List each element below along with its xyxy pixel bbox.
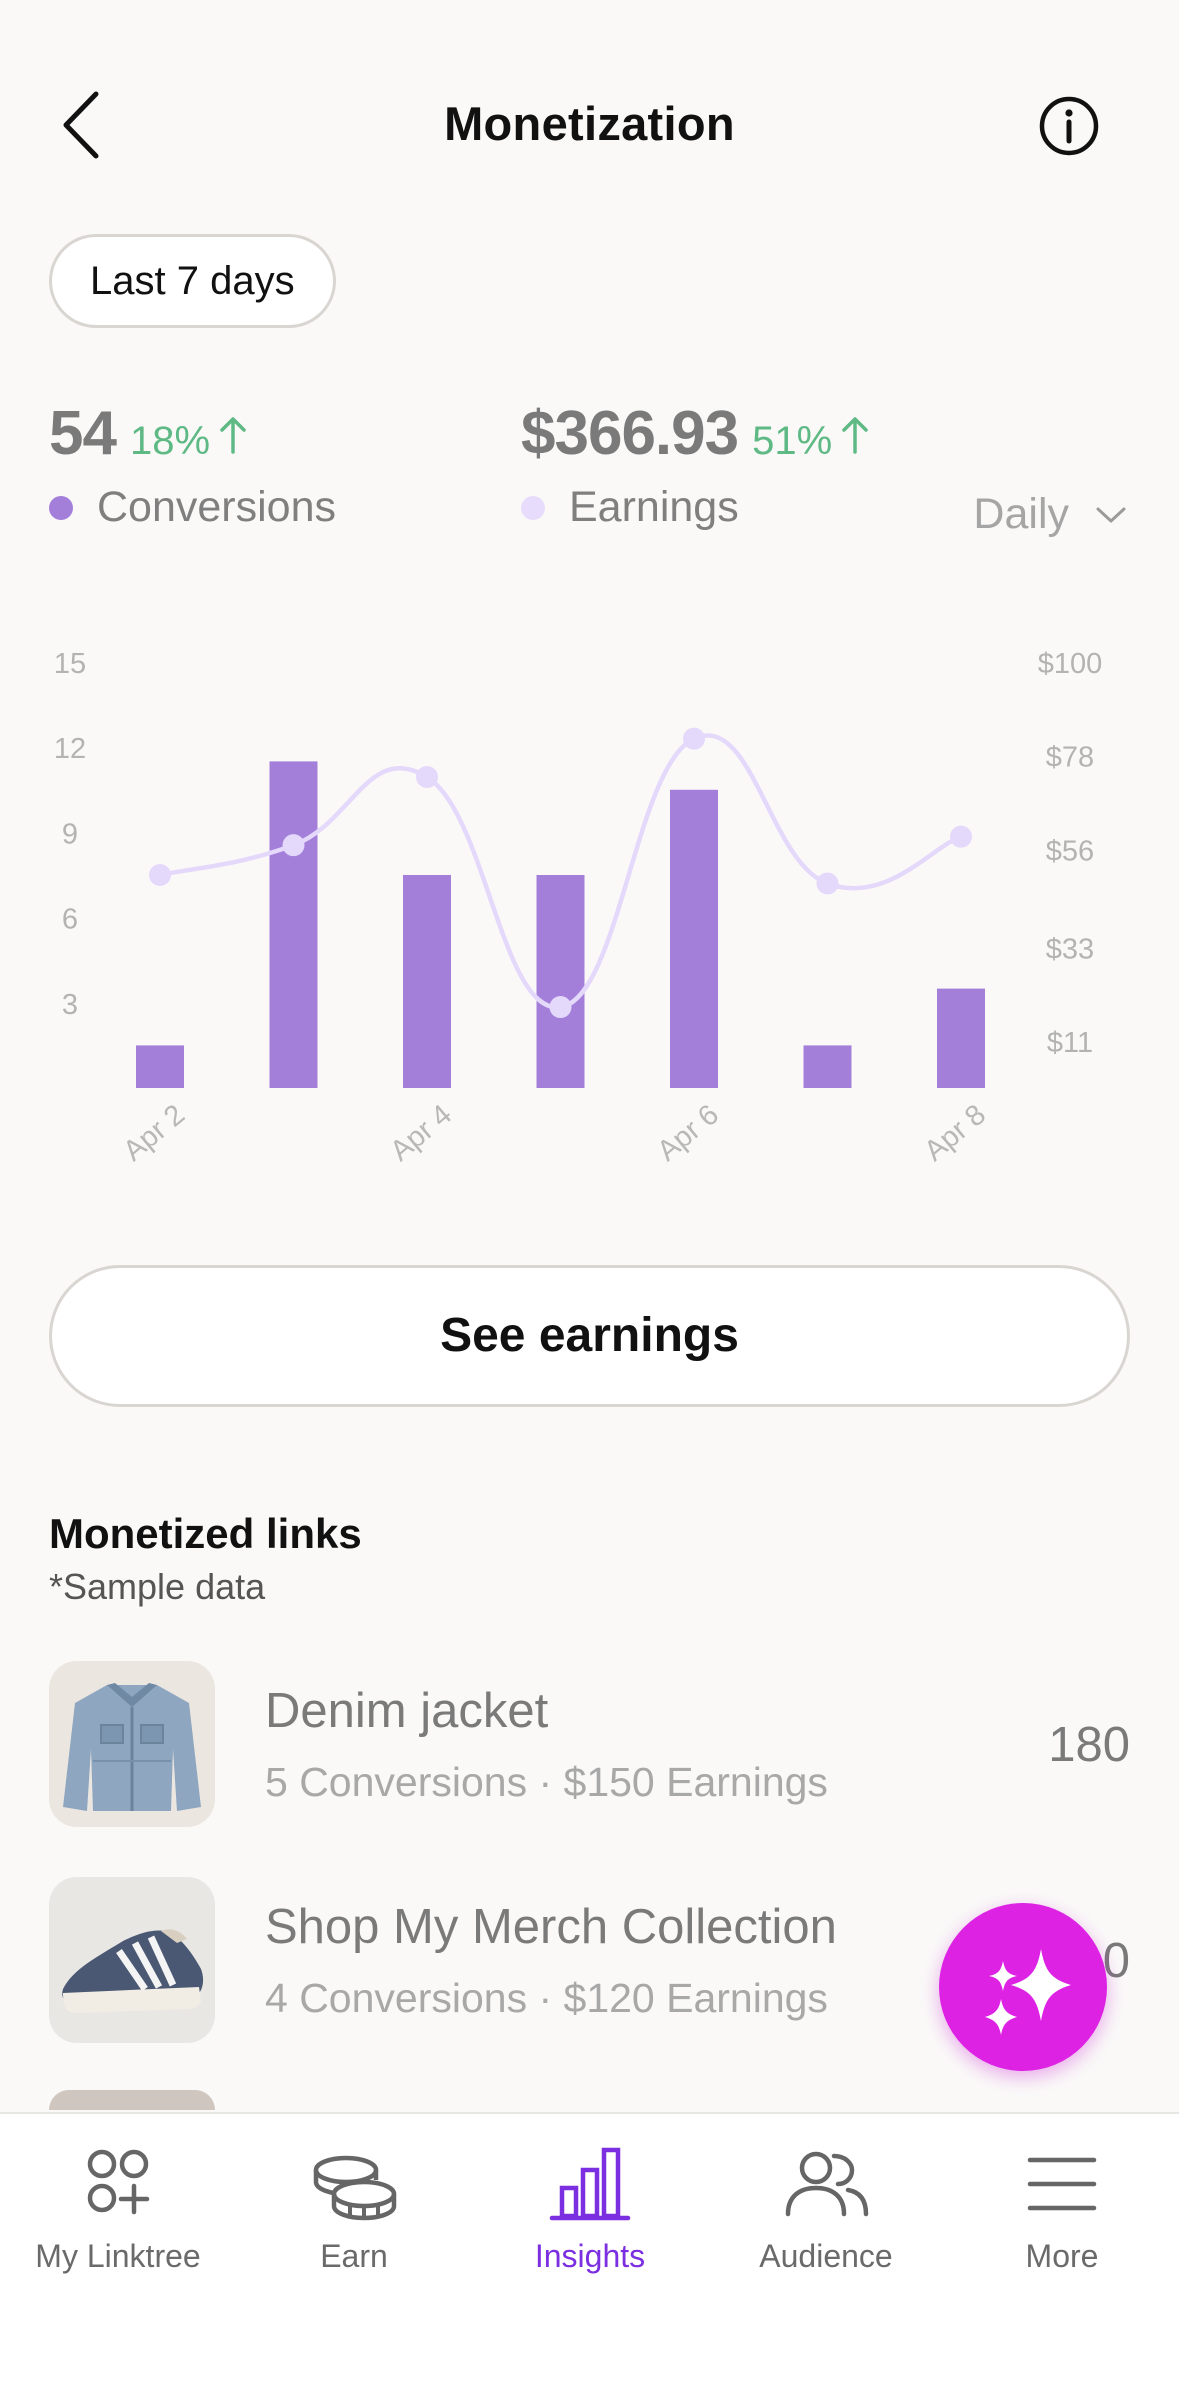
conversions-change: 18% [129, 419, 211, 463]
page-title: Monetization [444, 97, 735, 150]
bar-conversions [670, 789, 718, 1088]
tab-my-linktree[interactable]: My Linktree [0, 2144, 236, 2275]
info-button[interactable] [1037, 94, 1101, 158]
x-tick-label: Apr 8 [918, 1099, 992, 1168]
x-tick-label: Apr 4 [384, 1099, 458, 1168]
earnings-point [683, 727, 705, 750]
conversions-label: Conversions [97, 483, 336, 531]
bar-conversions [136, 1045, 184, 1088]
tab-label: Earn [320, 2238, 388, 2274]
x-tick-label: Apr 2 [117, 1099, 191, 1168]
sneaker-thumbnail [49, 1877, 215, 2043]
sparkle-icon [985, 1949, 1071, 2035]
see-earnings-button[interactable]: See earnings [49, 1265, 1130, 1407]
list-item-thumbnail [49, 2090, 215, 2110]
tab-earn[interactable]: Earn [236, 2144, 472, 2275]
arrow-up-icon [840, 416, 870, 459]
earnings-point [816, 872, 839, 895]
conversions-stat: 54 18% Conversions [49, 398, 336, 532]
bar-chart-icon [549, 2147, 631, 2221]
y-right-tick-label: $11 [1047, 1027, 1093, 1059]
earnings-point [549, 996, 572, 1019]
earnings-label: Earnings [569, 483, 739, 531]
chevron-down-icon [1096, 507, 1126, 522]
period-label: Daily [973, 490, 1069, 538]
link-title: Denim jacket [265, 1684, 549, 1738]
bottom-tab-bar: My Linktree Earn Insights Audience More [0, 2112, 1179, 2396]
tab-label: More [1025, 2238, 1099, 2274]
tab-label: Audience [759, 2238, 893, 2274]
earnings-value: $366.93 [521, 399, 739, 468]
earnings-stat: $366.93 51% Earnings [521, 398, 870, 532]
earnings-point [416, 766, 438, 789]
menu-icon [1027, 2157, 1097, 2211]
earnings-change: 51% [752, 419, 833, 463]
y-left-tick-label: 3 [62, 989, 78, 1021]
header: Monetization [0, 0, 1179, 250]
conversions-dot [49, 495, 73, 520]
conversions-legend: Conversions [49, 483, 336, 532]
coins-icon [313, 2155, 397, 2221]
link-count: 180 [1048, 1718, 1130, 1772]
tab-insights[interactable]: Insights [472, 2144, 708, 2275]
bar-conversions [536, 875, 585, 1088]
y-left-tick-label: 15 [54, 648, 86, 680]
y-right-tick-label: $33 [1046, 933, 1094, 965]
conversions-value: 54 [49, 399, 117, 468]
y-right-tick-label: $100 [1038, 648, 1103, 680]
sample-data-note: *Sample data [49, 1566, 266, 1607]
link-title: Shop My Merch Collection [265, 1900, 837, 1954]
monetization-chart: 3 6 9 12 15 $11 $33 $56 $78 $100 Apr 2 Apr 4 Apr 6 Ap… [54, 648, 1103, 1168]
x-tick-label: Apr 6 [651, 1099, 725, 1168]
bar-conversions [803, 1045, 852, 1088]
bar-conversions [403, 875, 451, 1088]
earnings-point [149, 864, 171, 886]
tab-audience[interactable]: Audience [708, 2144, 944, 2275]
bar-conversions [937, 988, 985, 1088]
list-item[interactable]: Denim jacket 5 Conversions · $150 Earnin… [49, 1661, 1130, 1827]
earnings-dot [521, 495, 545, 520]
y-left-tick-label: 9 [62, 818, 78, 850]
bar-conversions [269, 761, 318, 1088]
tab-more[interactable]: More [944, 2144, 1179, 2275]
people-icon [785, 2151, 869, 2217]
period-dropdown[interactable]: Daily [973, 490, 1127, 539]
tab-label: Insights [534, 2238, 646, 2274]
y-left-tick-label: 6 [62, 904, 78, 936]
section-title: Monetized links [49, 1510, 362, 1557]
y-left-tick-label: 12 [54, 733, 86, 765]
y-right-tick-label: $78 [1046, 742, 1094, 774]
date-range-selector[interactable]: Last 7 days [49, 234, 336, 328]
earnings-point [282, 834, 305, 857]
arrow-up-icon [218, 416, 248, 459]
tab-label: My Linktree [35, 2238, 201, 2274]
earnings-legend: Earnings [521, 483, 870, 532]
link-meta: 5 Conversions · $150 Earnings [265, 1759, 828, 1805]
info-icon [1039, 96, 1099, 156]
y-right-tick-label: $56 [1046, 835, 1094, 867]
link-meta: 4 Conversions · $120 Earnings [265, 1975, 828, 2021]
denim-jacket-thumbnail [49, 1661, 215, 1827]
linktree-icon [87, 2149, 150, 2215]
earnings-point [950, 825, 972, 848]
ai-assistant-button[interactable] [939, 1903, 1107, 2071]
